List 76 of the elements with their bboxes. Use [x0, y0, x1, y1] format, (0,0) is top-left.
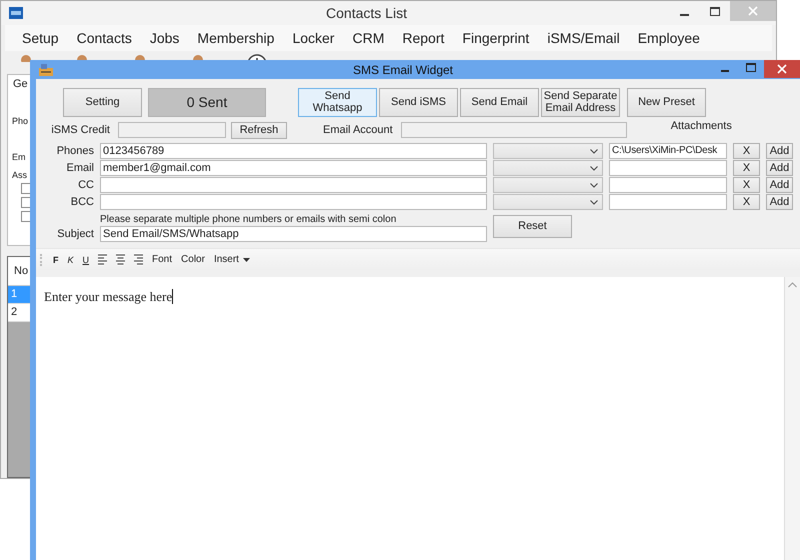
- dropdown[interactable]: [493, 143, 603, 159]
- align-center-icon[interactable]: [116, 254, 126, 265]
- action-button[interactable]: Send Separate Email Address: [541, 88, 620, 116]
- toolbar-menu[interactable]: Font: [152, 254, 172, 265]
- menu-item[interactable]: Fingerprint: [453, 27, 538, 49]
- subject-field[interactable]: Send Email/SMS/Whatsapp: [100, 226, 487, 242]
- scroll-up-icon[interactable]: [788, 282, 797, 288]
- underline-button[interactable]: U: [82, 254, 90, 264]
- window-title: SMS Email Widget: [352, 62, 454, 76]
- chevron-down-icon: [590, 182, 598, 188]
- remove-button[interactable]: X: [733, 143, 760, 159]
- add-button[interactable]: Add: [766, 143, 793, 159]
- menu-item[interactable]: Contacts: [68, 27, 141, 49]
- sent-counter: 0 Sent: [148, 88, 266, 116]
- attachment-field[interactable]: [609, 194, 727, 210]
- toolbar-menu[interactable]: Color: [181, 254, 205, 265]
- field-label: Ass: [12, 170, 28, 180]
- menu-item[interactable]: Locker: [283, 27, 344, 49]
- tab-label: Ge: [13, 78, 28, 90]
- remove-button[interactable]: X: [733, 160, 760, 176]
- add-button[interactable]: Add: [766, 177, 793, 193]
- chevron-down-icon: [590, 200, 598, 204]
- chevron-down-icon: [590, 148, 598, 154]
- dropdown[interactable]: [493, 194, 603, 210]
- dropdown[interactable]: [493, 177, 603, 193]
- italic-button[interactable]: K: [68, 254, 74, 264]
- attachment-field[interactable]: [609, 177, 727, 193]
- align-left-icon[interactable]: [98, 254, 108, 265]
- close-icon[interactable]: [764, 60, 800, 78]
- input-field[interactable]: 0123456789: [100, 143, 487, 159]
- chevron-down-icon: [590, 166, 598, 170]
- toolbox-icon[interactable]: [38, 62, 54, 76]
- dropdown[interactable]: [493, 160, 603, 176]
- menu-item[interactable]: CRM: [343, 27, 394, 49]
- attachment-field[interactable]: C:\Users\XiMin-PC\Desk: [609, 143, 727, 159]
- add-button[interactable]: Add: [766, 160, 793, 176]
- menu-item[interactable]: iSMS/Email: [538, 27, 629, 49]
- credit-field[interactable]: [118, 122, 226, 138]
- align-right-icon[interactable]: [134, 254, 144, 265]
- field-label: Phones: [56, 145, 94, 157]
- caret-icon: [242, 258, 250, 262]
- action-button[interactable]: Send Whatsapp: [298, 88, 377, 116]
- field-label: Em: [12, 152, 26, 162]
- input-field[interactable]: member1@gmail.com: [100, 160, 487, 176]
- action-button[interactable]: Send iSMS: [379, 88, 458, 116]
- field-label: CC: [77, 179, 94, 191]
- account-field[interactable]: [400, 122, 627, 138]
- remove-button[interactable]: X: [733, 194, 760, 210]
- attachment-field[interactable]: [609, 160, 727, 176]
- menu-item[interactable]: Setup: [13, 27, 68, 49]
- input-field[interactable]: [100, 177, 487, 193]
- reset-button[interactable]: Reset: [493, 215, 572, 238]
- app-icon[interactable]: [9, 6, 23, 20]
- field-label: Subject: [56, 228, 94, 240]
- refresh-button[interactable]: Refresh: [231, 122, 287, 138]
- menu-item[interactable]: Report: [393, 27, 454, 49]
- window-title: Contacts List: [325, 5, 407, 21]
- section-label: Attachments: [670, 120, 732, 132]
- toolbar-dropdown[interactable]: Insert: [214, 254, 250, 265]
- field-label: iSMS Credit: [50, 124, 110, 136]
- field-label: Pho: [12, 116, 28, 126]
- menu-item[interactable]: Employee: [628, 27, 709, 49]
- action-button[interactable]: Setting: [63, 88, 142, 116]
- remove-button[interactable]: X: [733, 177, 760, 193]
- input-field[interactable]: [100, 194, 487, 210]
- bold-button[interactable]: F: [53, 254, 58, 264]
- action-button[interactable]: New Preset: [627, 88, 706, 116]
- action-button[interactable]: Send Email: [460, 88, 539, 116]
- field-label: BCC: [70, 196, 94, 208]
- message-text: Enter your message here: [44, 289, 174, 304]
- hint-text: Please separate multiple phone numbers or emails with semi colon: [100, 213, 398, 225]
- field-label: Email Account: [323, 124, 393, 136]
- menu-item[interactable]: Membership: [188, 27, 284, 49]
- menu-item[interactable]: Jobs: [140, 27, 188, 49]
- field-label: Email: [65, 162, 94, 174]
- add-button[interactable]: Add: [766, 194, 793, 210]
